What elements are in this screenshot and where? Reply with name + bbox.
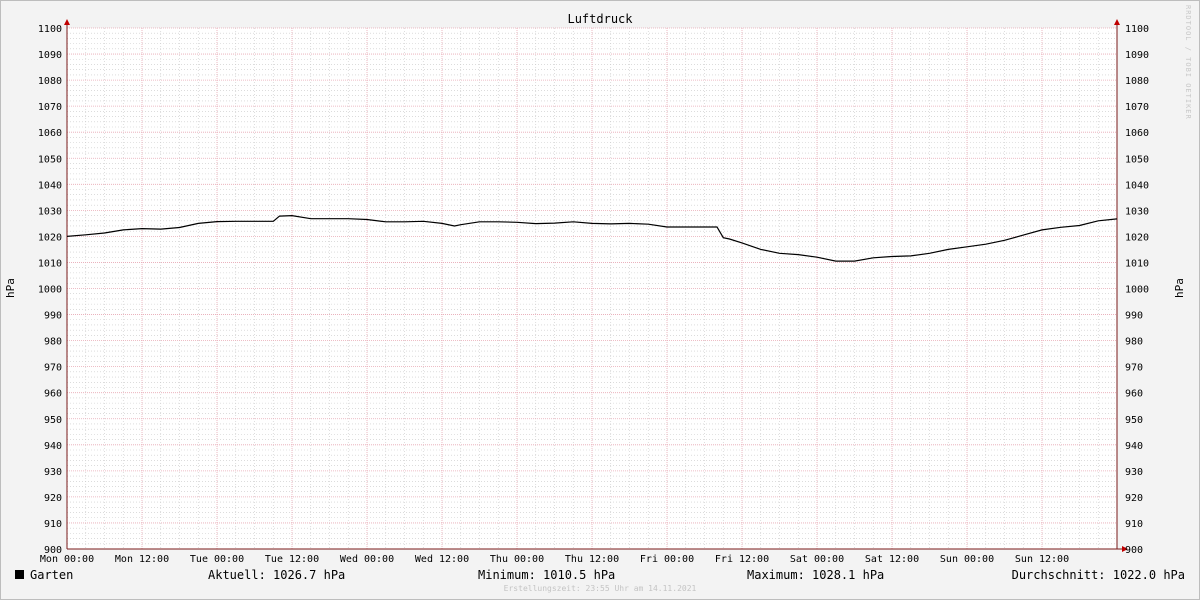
y-tick-label: 1000 (1125, 285, 1149, 296)
x-tick-label: Wed 00:00 (340, 554, 394, 565)
y-tick-label: 1050 (38, 154, 62, 165)
legend-average: Durchschnitt: 1022.0 hPa (1011, 568, 1185, 582)
x-tick-label: Fri 12:00 (715, 554, 769, 565)
y-tick-label: 990 (44, 311, 62, 322)
y-tick-label: 1070 (38, 102, 62, 113)
y-tick-label: 980 (44, 337, 62, 348)
y-tick-label: 970 (44, 363, 62, 374)
x-tick-label: Mon 12:00 (115, 554, 169, 565)
x-tick-label: Sun 00:00 (940, 554, 994, 565)
y-tick-label: 1080 (38, 76, 62, 87)
y-tick-label: 1080 (1125, 76, 1149, 87)
y-tick-label: 1030 (1125, 206, 1149, 217)
y-tick-labels-right: 900 910 920 930 940 950 960 970 980 990 1000 1010 10… (1125, 24, 1149, 556)
y-tick-label: 1000 (38, 285, 62, 296)
y-axis-arrow-right (1114, 19, 1120, 25)
legend-maximum: Maximum: 1028.1 hPa (747, 568, 885, 582)
x-tick-label: Mon 00:00 (40, 554, 94, 565)
x-tick-label: Tue 12:00 (265, 554, 319, 565)
y-tick-label: 1090 (38, 50, 62, 61)
watermark: RRDTOOL / TOBI OETIKER (1184, 5, 1192, 120)
y-tick-label: 1010 (38, 258, 62, 269)
x-tick-label: Sat 12:00 (865, 554, 919, 565)
y-tick-label: 900 (1125, 545, 1143, 556)
pressure-chart: 900 910 920 930 940 950 960 970 980 990 1000 1010 10… (4, 12, 1186, 565)
legend: Garten Aktuell: 1026.7 hPa Minimum: 1010… (15, 568, 1185, 584)
y-tick-label: 1060 (38, 128, 62, 139)
x-tick-label: Thu 12:00 (565, 554, 619, 565)
y-tick-label: 1060 (1125, 128, 1149, 139)
y-tick-label: 1100 (1125, 24, 1149, 35)
y-tick-label: 950 (1125, 415, 1143, 426)
x-tick-label: Sat 00:00 (790, 554, 844, 565)
y-tick-label: 920 (1125, 493, 1143, 504)
y-tick-label: 930 (1125, 467, 1143, 478)
legend-swatch (15, 570, 24, 579)
y-tick-label: 970 (1125, 363, 1143, 374)
y-tick-label: 930 (44, 467, 62, 478)
y-tick-label: 1020 (38, 232, 62, 243)
y-tick-label: 1010 (1125, 258, 1149, 269)
x-tick-label: Fri 00:00 (640, 554, 694, 565)
y-tick-label: 1040 (38, 180, 62, 191)
legend-minimum: Minimum: 1010.5 hPa (478, 568, 616, 582)
y-tick-label: 1050 (1125, 154, 1149, 165)
y-axis-arrow-left (64, 19, 70, 25)
y-tick-label: 1100 (38, 24, 62, 35)
y-axis-label-left: hPa (4, 278, 17, 298)
x-tick-label: Sun 12:00 (1015, 554, 1069, 565)
y-tick-label: 1040 (1125, 180, 1149, 191)
y-tick-label: 920 (44, 493, 62, 504)
legend-current: Aktuell: 1026.7 hPa (208, 568, 346, 582)
footer-timestamp: Erstellungszeit: 23:55 Uhr am 14.11.2021 (503, 584, 697, 593)
y-tick-label: 910 (44, 519, 62, 530)
x-tick-label: Tue 00:00 (190, 554, 244, 565)
x-tick-label: Wed 12:00 (415, 554, 469, 565)
chart-title: Luftdruck (567, 12, 633, 26)
y-tick-label: 910 (1125, 519, 1143, 530)
y-tick-label: 990 (1125, 311, 1143, 322)
y-tick-labels-left: 9009109209309409509609709809901000101010… (38, 24, 62, 556)
y-tick-label: 1090 (1125, 50, 1149, 61)
y-axis-label-right: hPa (1173, 278, 1186, 298)
y-tick-label: 980 (1125, 337, 1143, 348)
y-tick-label: 960 (44, 389, 62, 400)
y-tick-label: 1070 (1125, 102, 1149, 113)
y-tick-label: 950 (44, 415, 62, 426)
y-tick-label: 940 (44, 441, 62, 452)
y-tick-label: 1020 (1125, 232, 1149, 243)
y-tick-label: 940 (1125, 441, 1143, 452)
x-tick-labels: Mon 00:00 Mon 12:00 Tue 00:00 Tue 12:00 Wed … (40, 554, 1069, 565)
x-tick-label: Thu 00:00 (490, 554, 544, 565)
y-tick-label: 960 (1125, 389, 1143, 400)
y-tick-label: 1030 (38, 206, 62, 217)
legend-series-label: Garten (30, 568, 74, 582)
